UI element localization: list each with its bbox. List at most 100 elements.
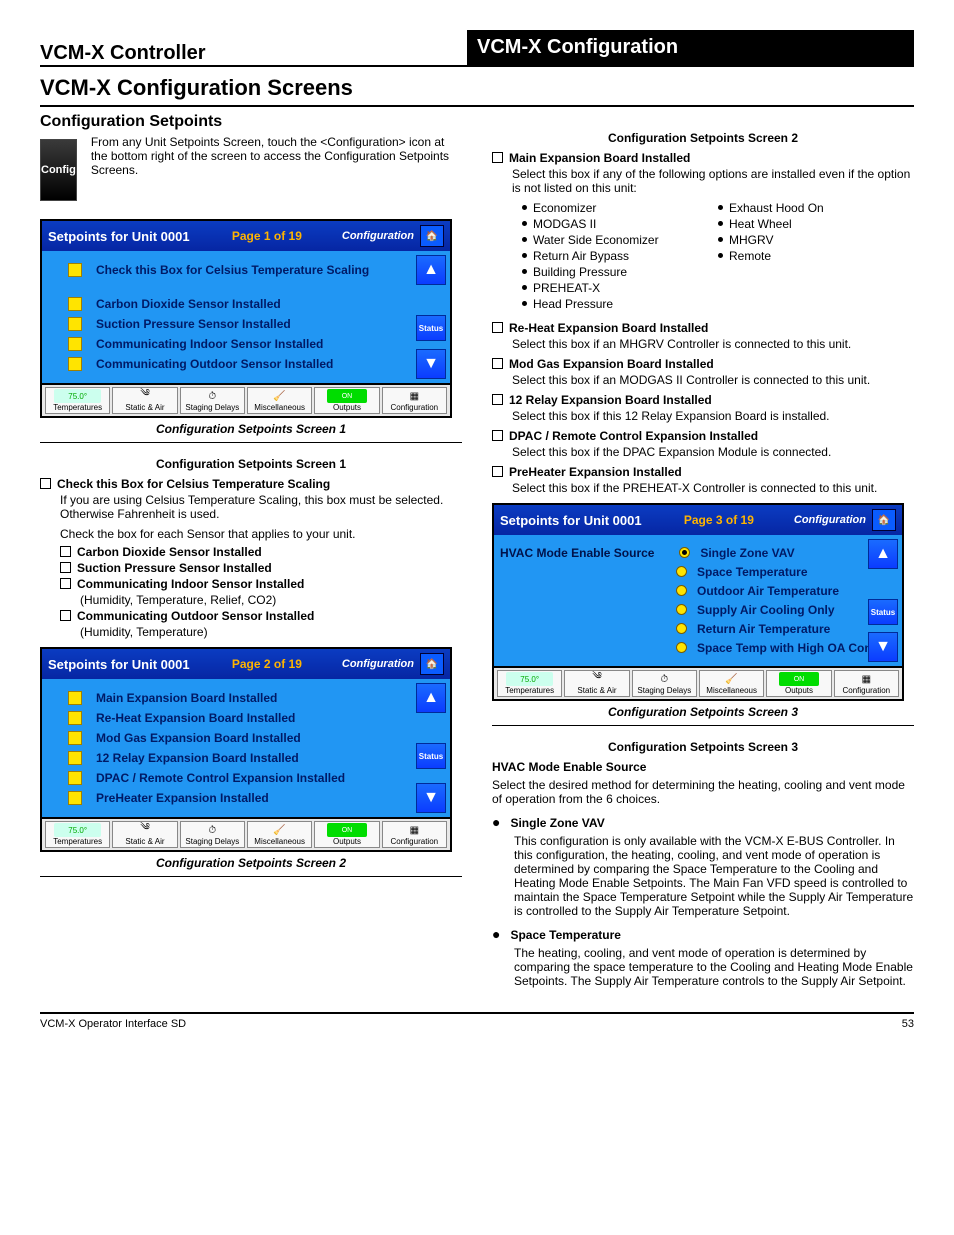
opt: Heat Wheel <box>718 217 914 231</box>
nav-static-air[interactable]: ༄Static & Air <box>112 387 177 414</box>
scroll-down-button[interactable]: ▼ <box>868 632 898 662</box>
panel1-page: Page 1 of 19 <box>232 229 302 243</box>
cfg1-heading: Configuration Setpoints Screen 1 <box>40 457 462 471</box>
scroll-up-button[interactable]: ▲ <box>868 539 898 569</box>
preheat-item: PreHeater Expansion Installed <box>492 465 914 479</box>
status-button[interactable]: Status <box>416 743 446 769</box>
opt: MODGAS II <box>522 217 718 231</box>
main-exp-desc: Select this box if any of the following … <box>512 167 914 195</box>
panel3-title: Setpoints for Unit 0001 <box>500 513 684 528</box>
checkbox-preheat-exp[interactable] <box>68 791 82 805</box>
checkbox-reheat-exp[interactable] <box>68 711 82 725</box>
celsius-desc2: Check the box for each Sensor that appli… <box>60 527 462 541</box>
reheat-item: Re-Heat Expansion Board Installed <box>492 321 914 335</box>
relay-desc: Select this box if this 12 Relay Expansi… <box>512 409 914 423</box>
home-icon[interactable]: 🏠 <box>420 225 444 247</box>
nav-static-air[interactable]: ༄Static & Air <box>112 821 177 848</box>
nav-configuration[interactable]: ▦Configuration <box>382 821 447 848</box>
checkbox-celsius[interactable] <box>68 263 82 277</box>
modgas-item: Mod Gas Expansion Board Installed <box>492 357 914 371</box>
nav-outputs[interactable]: ONOutputs <box>766 670 831 697</box>
sensor-item: Communicating Indoor Sensor Installed <box>60 577 462 591</box>
chk-label: Main Expansion Board Installed <box>96 691 277 705</box>
nav-configuration[interactable]: ▦Configuration <box>382 387 447 414</box>
preheat-desc: Select this box if the PREHEAT-X Control… <box>512 481 914 495</box>
panel2-page: Page 2 of 19 <box>232 657 302 671</box>
relay-item: 12 Relay Expansion Board Installed <box>492 393 914 407</box>
footer-left: VCM-X Operator Interface SD <box>40 1018 186 1030</box>
opt: Water Side Economizer <box>522 233 718 247</box>
celsius-item: Check this Box for Celsius Temperature S… <box>40 477 462 491</box>
chk-label: Mod Gas Expansion Board Installed <box>96 731 301 745</box>
opt: MHGRV <box>718 233 914 247</box>
home-icon[interactable]: 🏠 <box>420 653 444 675</box>
radio-outdoor-air-temp[interactable] <box>676 585 687 596</box>
nav-staging-delays[interactable]: ⏱Staging Delays <box>180 821 245 848</box>
setpoints-panel-2: Setpoints for Unit 0001 Page 2 of 19 Con… <box>40 647 452 852</box>
nav-staging-delays[interactable]: ⏱Staging Delays <box>180 387 245 414</box>
panel2-title: Setpoints for Unit 0001 <box>48 657 232 672</box>
radio-space-temp-high-oa[interactable] <box>676 642 687 653</box>
modgas-desc: Select this box if an MODGAS II Controll… <box>512 373 914 387</box>
checkbox-main-exp[interactable] <box>68 691 82 705</box>
checkbox-suction[interactable] <box>68 317 82 331</box>
setpoints-panel-1: Setpoints for Unit 0001 Page 1 of 19 Con… <box>40 219 452 418</box>
header-left: VCM-X Controller <box>40 42 467 65</box>
chk-label: DPAC / Remote Control Expansion Installe… <box>96 771 345 785</box>
space-temp-desc: The heating, cooling, and vent mode of o… <box>514 946 914 988</box>
szvav-desc: This configuration is only available wit… <box>514 834 914 918</box>
scroll-down-button[interactable]: ▼ <box>416 349 446 379</box>
scroll-up-button[interactable]: ▲ <box>416 683 446 713</box>
checkbox-co2[interactable] <box>68 297 82 311</box>
opt: Return Air Bypass <box>522 249 718 263</box>
main-exp-item: Main Expansion Board Installed <box>492 151 914 165</box>
chk-label: PreHeater Expansion Installed <box>96 791 269 805</box>
nav-outputs[interactable]: ONOutputs <box>314 387 379 414</box>
hvac-mode-desc: Select the desired method for determinin… <box>492 778 914 806</box>
caption-3: Configuration Setpoints Screen 3 <box>492 705 914 726</box>
radio-return-air-temp[interactable] <box>676 623 687 634</box>
nav-temperatures[interactable]: 75.0°Temperatures <box>45 387 110 414</box>
header-right: VCM-X Configuration <box>467 30 914 65</box>
panel2-cfg-label: Configuration <box>342 658 414 670</box>
config-tile-button[interactable]: Config <box>40 139 77 201</box>
celsius-desc: If you are using Celsius Temperature Sca… <box>60 493 462 521</box>
sensor-item: Carbon Dioxide Sensor Installed <box>60 545 462 559</box>
scroll-down-button[interactable]: ▼ <box>416 783 446 813</box>
cfg3-heading: Configuration Setpoints Screen 3 <box>492 740 914 754</box>
nav-staging-delays[interactable]: ⏱Staging Delays <box>632 670 697 697</box>
checkbox-modgas-exp[interactable] <box>68 731 82 745</box>
radio-single-zone-vav[interactable] <box>679 547 690 558</box>
nav-miscellaneous[interactable]: 🧹Miscellaneous <box>247 387 312 414</box>
chk-label: 12 Relay Expansion Board Installed <box>96 751 299 765</box>
nav-temperatures[interactable]: 75.0°Temperatures <box>45 821 110 848</box>
nav-outputs[interactable]: ONOutputs <box>314 821 379 848</box>
radio-supply-air-cooling[interactable] <box>676 604 687 615</box>
radio-space-temp[interactable] <box>676 566 687 577</box>
checkbox-indoor[interactable] <box>68 337 82 351</box>
dpac-item: DPAC / Remote Control Expansion Installe… <box>492 429 914 443</box>
nav-temperatures[interactable]: 75.0°Temperatures <box>497 670 562 697</box>
checkbox-12relay-exp[interactable] <box>68 751 82 765</box>
status-button[interactable]: Status <box>416 315 446 341</box>
hvac-mode-row: HVAC Mode Enable Source Single Zone VAV <box>500 546 894 560</box>
szvav-label: Single Zone VAV <box>492 814 914 830</box>
nav-configuration[interactable]: ▦Configuration <box>834 670 899 697</box>
checkbox-dpac-exp[interactable] <box>68 771 82 785</box>
nav-miscellaneous[interactable]: 🧹Miscellaneous <box>247 821 312 848</box>
sensor-subnote: (Humidity, Temperature) <box>80 625 462 639</box>
scroll-up-button[interactable]: ▲ <box>416 255 446 285</box>
home-icon[interactable]: 🏠 <box>872 509 896 531</box>
panel1-cfg-label: Configuration <box>342 230 414 242</box>
caption-2: Configuration Setpoints Screen 2 <box>40 856 462 877</box>
checkbox-outdoor[interactable] <box>68 357 82 371</box>
opt: Building Pressure <box>522 265 718 279</box>
space-temp-label: Space Temperature <box>492 926 914 942</box>
status-button[interactable]: Status <box>868 599 898 625</box>
nav-miscellaneous[interactable]: 🧹Miscellaneous <box>699 670 764 697</box>
dpac-desc: Select this box if the DPAC Expansion Mo… <box>512 445 914 459</box>
chk-label: Carbon Dioxide Sensor Installed <box>96 297 281 311</box>
chk-label: Suction Pressure Sensor Installed <box>96 317 291 331</box>
nav-static-air[interactable]: ༄Static & Air <box>564 670 629 697</box>
subsection: Configuration Setpoints <box>40 113 914 131</box>
